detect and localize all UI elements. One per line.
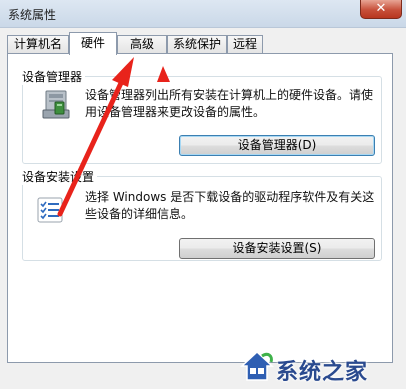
- red-arrow-annotation: [57, 57, 170, 217]
- watermark: 系统之家: [236, 346, 404, 386]
- house-logo-icon: [240, 350, 274, 381]
- tab-hardware[interactable]: 硬件: [69, 32, 117, 55]
- watermark-text: 系统之家: [276, 360, 369, 385]
